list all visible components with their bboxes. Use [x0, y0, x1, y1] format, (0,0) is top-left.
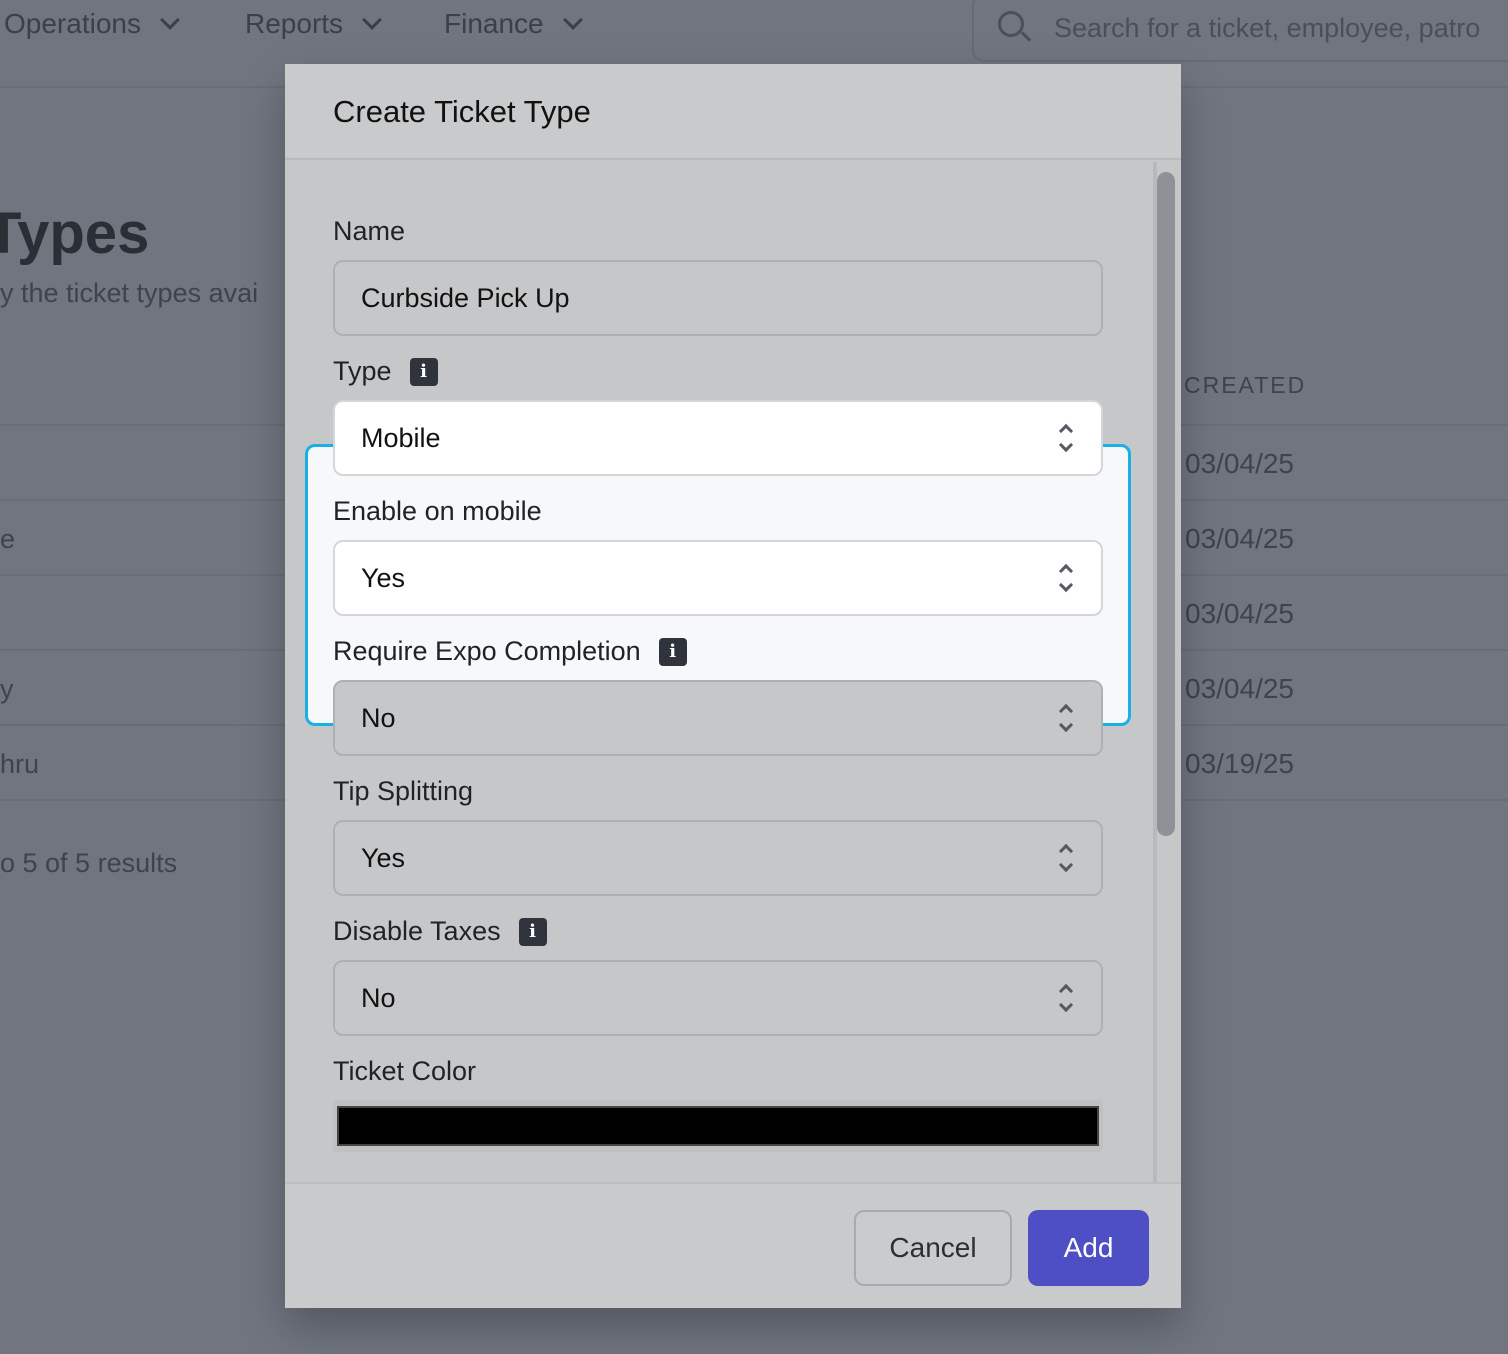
disable-taxes-label: Disable Taxes i [333, 916, 547, 947]
row-name: y [0, 674, 14, 704]
expo-label: Require Expo Completion i [333, 636, 687, 667]
info-icon[interactable]: i [409, 357, 438, 386]
select-arrows-icon [1057, 702, 1075, 738]
nav-operations-label: Operations [4, 8, 141, 39]
tip-splitting-label: Tip Splitting [333, 776, 473, 807]
search-input[interactable]: Search for a ticket, employee, patro [972, 0, 1508, 62]
info-icon[interactable]: i [658, 637, 687, 666]
enable-mobile-select[interactable]: Yes [333, 540, 1103, 616]
disable-taxes-value: No [361, 982, 396, 1013]
type-label-text: Type [333, 356, 392, 386]
type-label: Type i [333, 356, 438, 387]
select-arrows-icon [1057, 982, 1075, 1018]
row-date: 03/04/25 [1185, 523, 1294, 554]
nav-reports[interactable]: Reports [245, 8, 382, 40]
tip-splitting-select[interactable]: Yes [333, 820, 1103, 896]
nav-finance[interactable]: Finance [444, 8, 583, 40]
search-placeholder: Search for a ticket, employee, patro [1054, 12, 1481, 43]
dialog-title: Create Ticket Type [333, 94, 591, 129]
name-value: Curbside Pick Up [361, 282, 570, 313]
dialog-footer: Cancel Add [285, 1182, 1181, 1308]
nav-operations[interactable]: Operations [4, 8, 180, 40]
results-count: o 5 of 5 results [0, 848, 178, 878]
type-value: Mobile [361, 422, 441, 453]
tip-splitting-value: Yes [361, 842, 406, 873]
page-title: Types [0, 201, 150, 266]
row-date: 03/19/25 [1185, 748, 1294, 779]
info-icon[interactable]: i [518, 917, 547, 946]
nav-reports-label: Reports [245, 8, 344, 39]
row-name: e [0, 524, 16, 554]
ticket-color-input[interactable] [333, 1100, 1103, 1152]
chevron-down-icon [160, 10, 180, 30]
name-label: Name [333, 216, 405, 247]
chevron-down-icon [562, 10, 583, 30]
enable-mobile-value: Yes [361, 562, 406, 593]
row-name: hru [0, 749, 40, 779]
row-date: 03/04/25 [1185, 673, 1294, 704]
cancel-button[interactable]: Cancel [854, 1210, 1012, 1286]
nav-finance-label: Finance [444, 8, 544, 39]
chevron-down-icon [362, 10, 382, 30]
row-date: 03/04/25 [1185, 598, 1294, 629]
add-button[interactable]: Add [1028, 1210, 1149, 1286]
enable-mobile-label: Enable on mobile [333, 496, 542, 527]
expo-value: No [361, 702, 396, 733]
expo-select[interactable]: No [333, 680, 1103, 756]
dialog-body: Name Curbside Pick Up Type i Mobile Enab… [285, 162, 1181, 1182]
search-icon [998, 11, 1032, 45]
column-header-created: CREATED [1184, 372, 1307, 398]
name-label-text: Name [333, 216, 406, 246]
select-arrows-icon [1057, 842, 1075, 878]
name-input[interactable]: Curbside Pick Up [333, 260, 1103, 336]
type-select[interactable]: Mobile [333, 400, 1103, 476]
page-subtitle: y the ticket types avai [0, 278, 259, 308]
expo-label-text: Require Expo Completion [333, 636, 641, 666]
disable-taxes-select[interactable]: No [333, 960, 1103, 1036]
tip-splitting-label-text: Tip Splitting [333, 776, 474, 806]
ticket-color-label: Ticket Color [333, 1056, 476, 1087]
select-arrows-icon [1057, 422, 1075, 458]
ticket-color-label-text: Ticket Color [333, 1056, 477, 1086]
dialog-header: Create Ticket Type [285, 64, 1181, 160]
create-ticket-type-dialog: Create Ticket Type Name Curbside Pick Up… [285, 64, 1181, 1308]
row-date: 03/04/25 [1185, 448, 1294, 479]
enable-mobile-label-text: Enable on mobile [333, 496, 542, 526]
disable-taxes-label-text: Disable Taxes [333, 916, 501, 946]
select-arrows-icon [1057, 562, 1075, 598]
scrollbar-thumb[interactable] [1157, 172, 1175, 836]
ticket-color-swatch [337, 1106, 1099, 1146]
